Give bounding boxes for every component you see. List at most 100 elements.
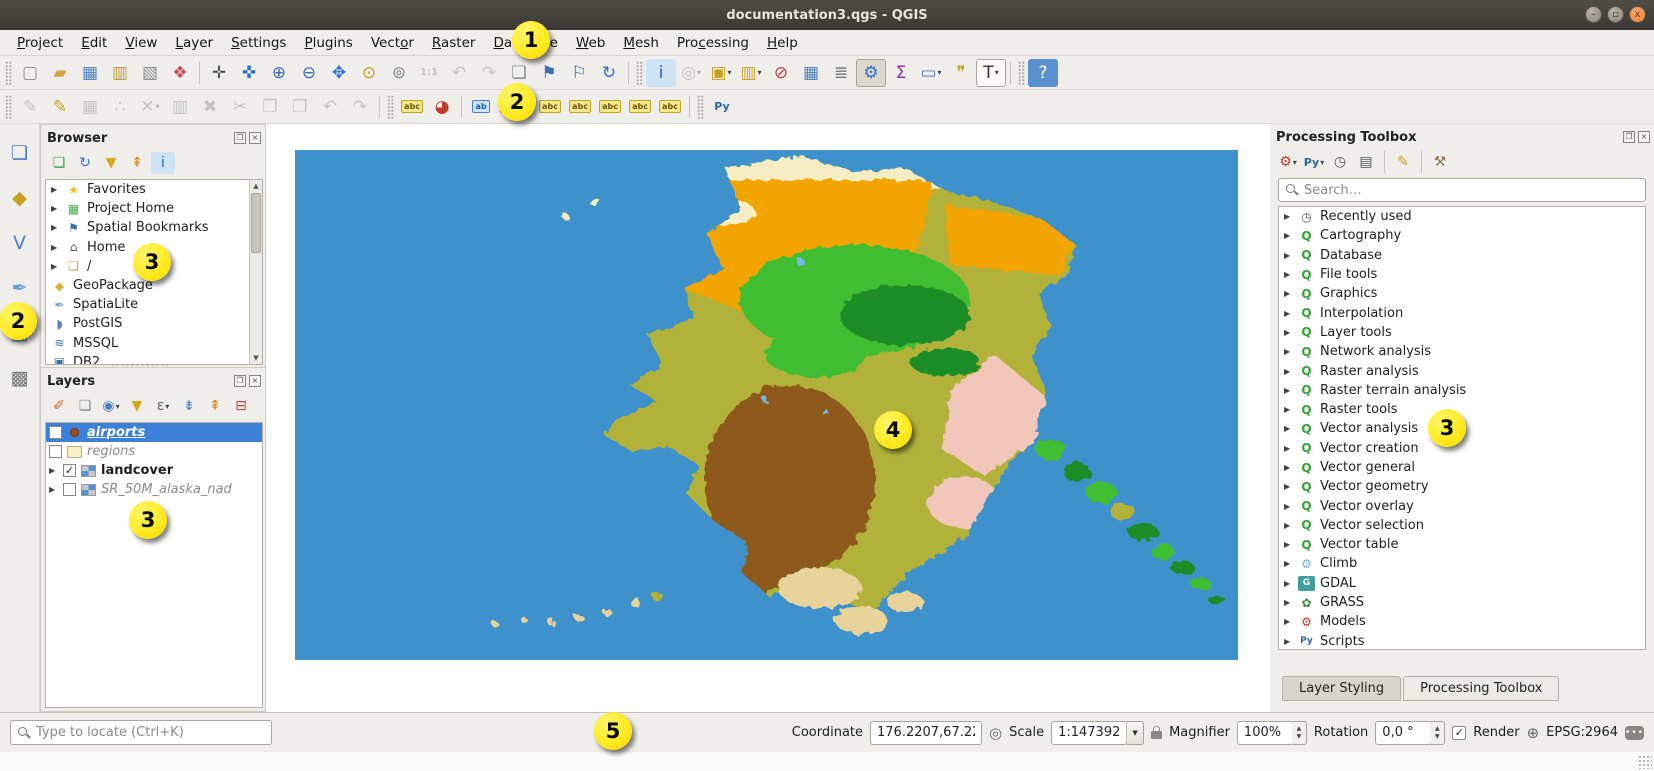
- rotation-input[interactable]: [1375, 721, 1431, 745]
- layer-diagram-options-icon[interactable]: ◕: [427, 93, 457, 121]
- coordinate-value[interactable]: [877, 725, 975, 740]
- dropdown-arrow-icon[interactable]: ▾: [758, 68, 762, 77]
- expander-icon[interactable]: ▶: [1284, 405, 1293, 414]
- edit-features-inplace-icon[interactable]: ✎: [1391, 151, 1415, 173]
- scale-dropdown-icon[interactable]: ▼: [1126, 721, 1144, 745]
- menu-help[interactable]: Help: [758, 35, 807, 51]
- menu-project[interactable]: Project: [8, 35, 72, 51]
- proc-vector-general[interactable]: ▶ Q Vector general: [1279, 458, 1645, 477]
- locate-box[interactable]: [10, 720, 272, 745]
- add-selected-layers-icon[interactable]: ❏: [47, 152, 71, 174]
- toolbar-grip[interactable]: [1018, 61, 1025, 85]
- menu-mesh[interactable]: Mesh: [614, 35, 668, 51]
- layer-landcover[interactable]: ▶ landcover: [46, 461, 262, 480]
- expander-icon[interactable]: ▶: [1284, 637, 1293, 646]
- close-panel-icon[interactable]: ×: [249, 375, 261, 387]
- float-panel-icon[interactable]: ❐: [1623, 131, 1635, 143]
- browser-properties-icon[interactable]: i: [151, 152, 175, 174]
- proc-models[interactable]: ▶ ⚙ Models: [1279, 612, 1645, 631]
- new-spatial-bookmark-icon[interactable]: ⚑: [534, 59, 564, 87]
- toolbar-grip[interactable]: [697, 95, 704, 119]
- zoom-out-icon[interactable]: ⊖: [294, 59, 324, 87]
- proc-raster-terrain[interactable]: ▶ Q Raster terrain analysis: [1279, 381, 1645, 400]
- close-panel-icon[interactable]: ×: [1638, 131, 1650, 143]
- change-label-icon[interactable]: abc: [655, 93, 685, 121]
- pan-map-icon[interactable]: ✛: [204, 59, 234, 87]
- collapse-all-icon[interactable]: ⇞: [125, 152, 149, 174]
- scale-value[interactable]: [1058, 725, 1120, 740]
- refresh-map-icon[interactable]: ↻: [594, 59, 624, 87]
- float-panel-icon[interactable]: ❐: [234, 375, 246, 387]
- expander-icon[interactable]: ▶: [1284, 289, 1293, 298]
- float-panel-icon[interactable]: ❐: [234, 132, 246, 144]
- remove-layer-icon[interactable]: ⊟: [229, 395, 253, 417]
- open-layer-styling-icon[interactable]: ✐: [47, 395, 71, 417]
- toolbar-grip[interactable]: [387, 95, 394, 119]
- browser-item-postgis[interactable]: ◗ PostGIS: [46, 314, 249, 333]
- layer-visibility-checkbox[interactable]: [63, 483, 76, 496]
- crs-status-label[interactable]: EPSG:2964: [1546, 725, 1618, 740]
- scrollbar-thumb[interactable]: [251, 193, 261, 253]
- expander-icon[interactable]: ▶: [49, 485, 58, 494]
- browser-item-home[interactable]: ▶ ⌂ Home: [46, 238, 249, 257]
- map-tips-icon[interactable]: ❞: [946, 59, 976, 87]
- new-spatialite-layer-icon[interactable]: ✒: [5, 273, 35, 303]
- dropdown-arrow-icon[interactable]: ▾: [995, 68, 999, 77]
- expander-icon[interactable]: ▶: [1284, 559, 1293, 568]
- save-project-icon[interactable]: ▦: [75, 59, 105, 87]
- attribute-table-icon[interactable]: ▦: [796, 59, 826, 87]
- toolbar-grip[interactable]: [5, 61, 12, 85]
- deselect-features-icon[interactable]: ⊘: [766, 59, 796, 87]
- dropdown-arrow-icon[interactable]: ▾: [156, 102, 160, 111]
- field-calculator-icon[interactable]: ≣: [826, 59, 856, 87]
- show-hide-labels-icon[interactable]: abc: [565, 93, 595, 121]
- expander-icon[interactable]: ▶: [1284, 617, 1293, 626]
- layer-visibility-checkbox[interactable]: [63, 464, 76, 477]
- menu-edit[interactable]: Edit: [72, 35, 116, 51]
- titlebar[interactable]: documentation3.qgs - QGIS – ▫ x: [0, 0, 1654, 30]
- close-button[interactable]: x: [1629, 6, 1646, 23]
- toolbar-grip[interactable]: [636, 61, 643, 85]
- expander-icon[interactable]: ▶: [51, 243, 60, 252]
- browser-item-spatialite[interactable]: ✒ SpatiaLite: [46, 295, 249, 314]
- new-project-icon[interactable]: ▢: [15, 59, 45, 87]
- map-render-alaska-landcover[interactable]: [295, 150, 1238, 660]
- proc-climb[interactable]: ▶ ⚙ Climb: [1279, 554, 1645, 573]
- text-annotation-icon[interactable]: T▾: [976, 59, 1006, 87]
- measure-icon[interactable]: ▭▾: [916, 59, 946, 87]
- dropdown-arrow-icon[interactable]: ▾: [697, 68, 701, 77]
- layer-labeling-options-icon[interactable]: abc: [397, 93, 427, 121]
- magnifier-value[interactable]: [1244, 725, 1286, 740]
- help-icon[interactable]: ?: [1028, 59, 1058, 87]
- expander-icon[interactable]: ▶: [51, 223, 60, 232]
- expander-icon[interactable]: ▶: [1284, 386, 1293, 395]
- collapse-all-layers-icon[interactable]: ⇞: [203, 395, 227, 417]
- browser-item-spatial-bookmarks[interactable]: ▶ ⚑ Spatial Bookmarks: [46, 218, 249, 237]
- highlight-pinned-labels-icon[interactable]: ab: [466, 93, 496, 121]
- browser-item-root[interactable]: ▶ ❏ /: [46, 257, 249, 276]
- processing-options-icon[interactable]: ⚒: [1428, 151, 1452, 173]
- resize-grip[interactable]: [1638, 755, 1652, 769]
- expander-icon[interactable]: ▶: [1284, 212, 1293, 221]
- menu-layer[interactable]: Layer: [166, 35, 222, 51]
- magnifier-stepper[interactable]: ▲▼: [1292, 721, 1307, 745]
- coordinate-input[interactable]: [870, 721, 982, 745]
- refresh-browser-icon[interactable]: ↻: [73, 152, 97, 174]
- browser-scrollbar[interactable]: ▲ ▼: [249, 180, 262, 364]
- expander-icon[interactable]: ▶: [51, 185, 60, 194]
- expander-icon[interactable]: ▶: [51, 262, 60, 271]
- new-mesh-layer-icon[interactable]: ▩: [5, 363, 35, 393]
- menu-raster[interactable]: Raster: [423, 35, 485, 51]
- render-checkbox[interactable]: [1452, 726, 1466, 740]
- expander-icon[interactable]: ▶: [1284, 502, 1293, 511]
- menu-database[interactable]: Database: [484, 35, 566, 51]
- proc-graphics[interactable]: ▶ Q Graphics: [1279, 284, 1645, 303]
- results-viewer-icon[interactable]: ▤: [1354, 151, 1378, 173]
- rotation-stepper[interactable]: ▲▼: [1430, 721, 1445, 745]
- layout-manager-icon[interactable]: ▧: [135, 59, 165, 87]
- expander-icon[interactable]: ▶: [1284, 309, 1293, 318]
- expander-icon[interactable]: ▶: [1284, 598, 1293, 607]
- filter-expression-icon[interactable]: ε▾: [151, 395, 175, 417]
- proc-scripts[interactable]: ▶ Py Scripts: [1279, 632, 1645, 650]
- manage-map-themes-icon[interactable]: ◉▾: [99, 395, 123, 417]
